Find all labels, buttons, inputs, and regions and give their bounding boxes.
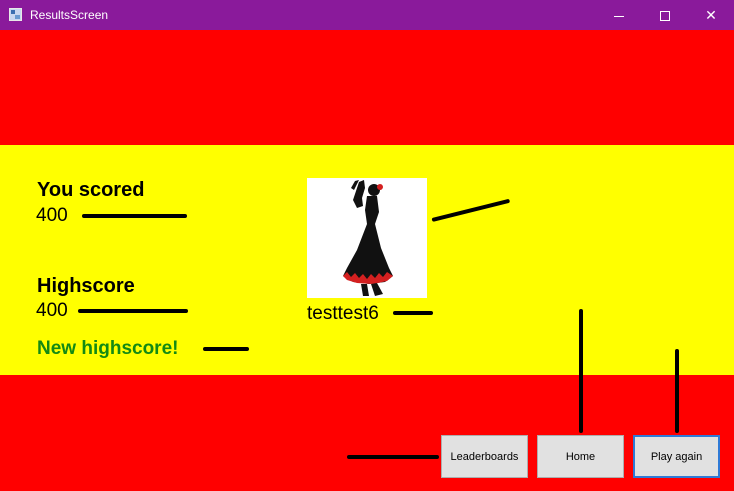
new-highscore-label: New highscore!	[37, 338, 179, 359]
play-again-button[interactable]: Play again	[633, 435, 720, 478]
score-value: 400	[36, 205, 68, 226]
player-avatar	[307, 178, 427, 298]
title-bar: ResultsScreen ✕	[0, 0, 734, 30]
annotation-line	[675, 349, 679, 433]
score-label: You scored	[37, 179, 145, 201]
close-icon: ✕	[705, 7, 717, 23]
minimize-button[interactable]	[596, 0, 642, 30]
flag-band-top	[0, 30, 734, 145]
annotation-line	[78, 309, 188, 313]
highscore-label: Highscore	[37, 275, 135, 297]
close-button[interactable]: ✕	[688, 0, 734, 30]
leaderboards-button[interactable]: Leaderboards	[441, 435, 528, 478]
window-title: ResultsScreen	[30, 8, 109, 22]
annotation-line	[203, 347, 249, 351]
annotation-line	[82, 214, 187, 218]
player-username: testtest6	[307, 303, 379, 324]
highscore-value: 400	[36, 300, 68, 321]
maximize-icon	[660, 11, 670, 22]
app-icon	[9, 8, 22, 21]
annotation-line	[393, 311, 433, 315]
maximize-button[interactable]	[642, 0, 688, 30]
minimize-icon	[614, 15, 624, 17]
annotation-line	[579, 309, 583, 433]
annotation-line	[347, 455, 439, 459]
home-button[interactable]: Home	[537, 435, 624, 478]
flamenco-dancer-icon	[343, 180, 393, 296]
